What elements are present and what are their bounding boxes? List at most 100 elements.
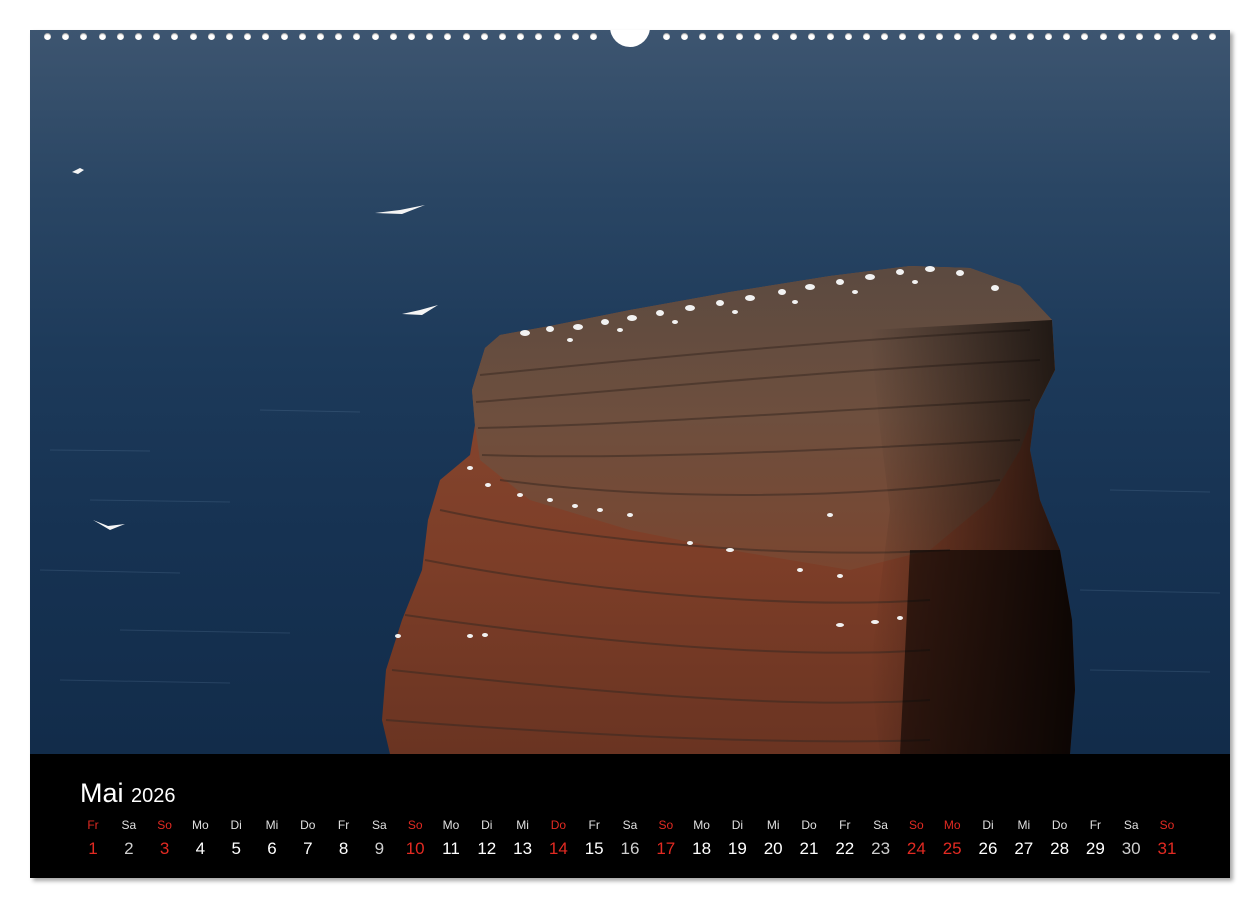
day-number: 10 xyxy=(405,839,425,858)
binding-hole xyxy=(153,33,161,40)
binding-hole xyxy=(317,33,324,40)
day-number: 21 xyxy=(799,839,819,858)
binding-hole xyxy=(954,33,961,40)
day-number: 23 xyxy=(871,839,891,858)
binding-hole xyxy=(480,33,488,40)
day-number: 5 xyxy=(231,839,241,858)
binding-hole xyxy=(717,33,725,40)
weekday-label: Sa xyxy=(372,818,387,832)
weekday-label: Do xyxy=(300,818,316,832)
binding-hole xyxy=(44,33,51,40)
day-number: 12 xyxy=(477,839,497,858)
binding-hole xyxy=(1045,33,1052,40)
day-number: 3 xyxy=(159,839,170,858)
binding-hole xyxy=(1008,33,1016,40)
binding-hole xyxy=(499,33,506,40)
binding-hole xyxy=(553,33,561,40)
binding-hole xyxy=(408,33,415,40)
binding-hole xyxy=(80,33,88,40)
binding-hole xyxy=(844,33,852,40)
weekday-label: Mo xyxy=(442,818,460,832)
binding-hole xyxy=(681,33,688,40)
day-number: 22 xyxy=(835,839,855,858)
binding-hole xyxy=(790,33,798,40)
binding-hole xyxy=(62,33,70,40)
day-number: 29 xyxy=(1085,839,1105,858)
weekday-label: Fr xyxy=(87,818,99,832)
binding-hole xyxy=(517,33,525,40)
month-name: Mai xyxy=(80,778,124,808)
binding-hole xyxy=(1026,33,1034,40)
weekday-label: Sa xyxy=(622,818,638,832)
binding-hole xyxy=(244,33,252,40)
binding-hole xyxy=(899,33,907,40)
weekday-label: Di xyxy=(982,818,994,832)
weekday-label: Fr xyxy=(588,818,600,832)
weekday-label: Mi xyxy=(516,818,529,832)
binding-hole xyxy=(917,33,925,40)
binding-hole xyxy=(1190,33,1198,40)
weekday-label: Di xyxy=(230,818,242,832)
binding-hole xyxy=(571,33,579,40)
binding-hole xyxy=(1099,33,1107,40)
binding-hole xyxy=(371,33,379,40)
day-number: 18 xyxy=(692,839,712,858)
binding-hole xyxy=(772,33,779,40)
binding-hole xyxy=(863,33,870,40)
binding-hole xyxy=(753,33,761,40)
weekday-label: Mi xyxy=(265,818,279,832)
binding-hole xyxy=(535,33,543,40)
day-number: 25 xyxy=(942,839,962,858)
binding-hole xyxy=(699,33,707,40)
weekday-label: So xyxy=(909,818,924,832)
binding-hole xyxy=(1081,33,1089,40)
month-year: 2026 xyxy=(130,785,176,807)
day-number: 8 xyxy=(338,839,349,858)
binding-hole xyxy=(171,33,179,40)
binding-hole xyxy=(826,33,834,40)
binding-hole xyxy=(1172,33,1180,40)
binding-hole xyxy=(590,33,597,40)
binding-hole xyxy=(207,33,215,40)
day-number: 28 xyxy=(1050,839,1070,858)
weekday-label: So xyxy=(1159,818,1175,832)
weekday-label: Mo xyxy=(693,818,710,832)
day-number: 4 xyxy=(195,839,206,858)
binding-hole xyxy=(262,33,270,40)
day-number: 14 xyxy=(548,839,568,858)
binding-hole xyxy=(935,33,943,40)
weekday-label: Mi xyxy=(766,818,780,832)
binding-hole xyxy=(226,33,233,40)
weekday-label: So xyxy=(157,818,172,832)
weekday-label: Fr xyxy=(337,818,350,832)
day-number: 7 xyxy=(303,839,313,858)
day-number: 30 xyxy=(1121,839,1141,858)
weekday-label: Di xyxy=(731,818,744,832)
day-number: 26 xyxy=(978,839,998,858)
day-number: 6 xyxy=(267,839,277,858)
binding-hole xyxy=(1117,33,1125,40)
weekday-label: Sa xyxy=(873,818,888,832)
binding-hole xyxy=(353,33,361,40)
binding-hole xyxy=(298,33,306,40)
weekday-label: Fr xyxy=(1089,818,1102,832)
month-title: Mai 2026 xyxy=(80,778,175,809)
day-number: 31 xyxy=(1157,839,1177,858)
binding-hole xyxy=(1154,33,1162,40)
binding-hole xyxy=(462,33,470,40)
day-number: 27 xyxy=(1014,839,1034,858)
calendar-strip: Mai 2026 Fr 1 Sa 2 So 3 Mo 4 Di 5 Mi 6 Do 7 Fr 8 Sa 9 So 10… xyxy=(30,754,1230,878)
calendar-page: Mai 2026 Fr 1 Sa 2 So 3 Mo 4 Di 5 Mi 6 Do 7 Fr 8 Sa 9 So 10… xyxy=(30,30,1230,878)
weekday-label: So xyxy=(407,818,423,832)
day-number: 11 xyxy=(442,839,460,858)
sea-stack-illustration xyxy=(39,168,1221,754)
binding-hole xyxy=(444,33,452,40)
day-number: 1 xyxy=(88,839,98,858)
weekday-label: Fr xyxy=(839,818,851,832)
binding-hole xyxy=(335,33,343,40)
weekday-label: So xyxy=(658,818,674,832)
weekday-label: Do xyxy=(801,818,817,832)
weekday-label: Do xyxy=(1051,818,1068,832)
binding-hole xyxy=(280,33,288,40)
day-number: 2 xyxy=(124,839,134,858)
